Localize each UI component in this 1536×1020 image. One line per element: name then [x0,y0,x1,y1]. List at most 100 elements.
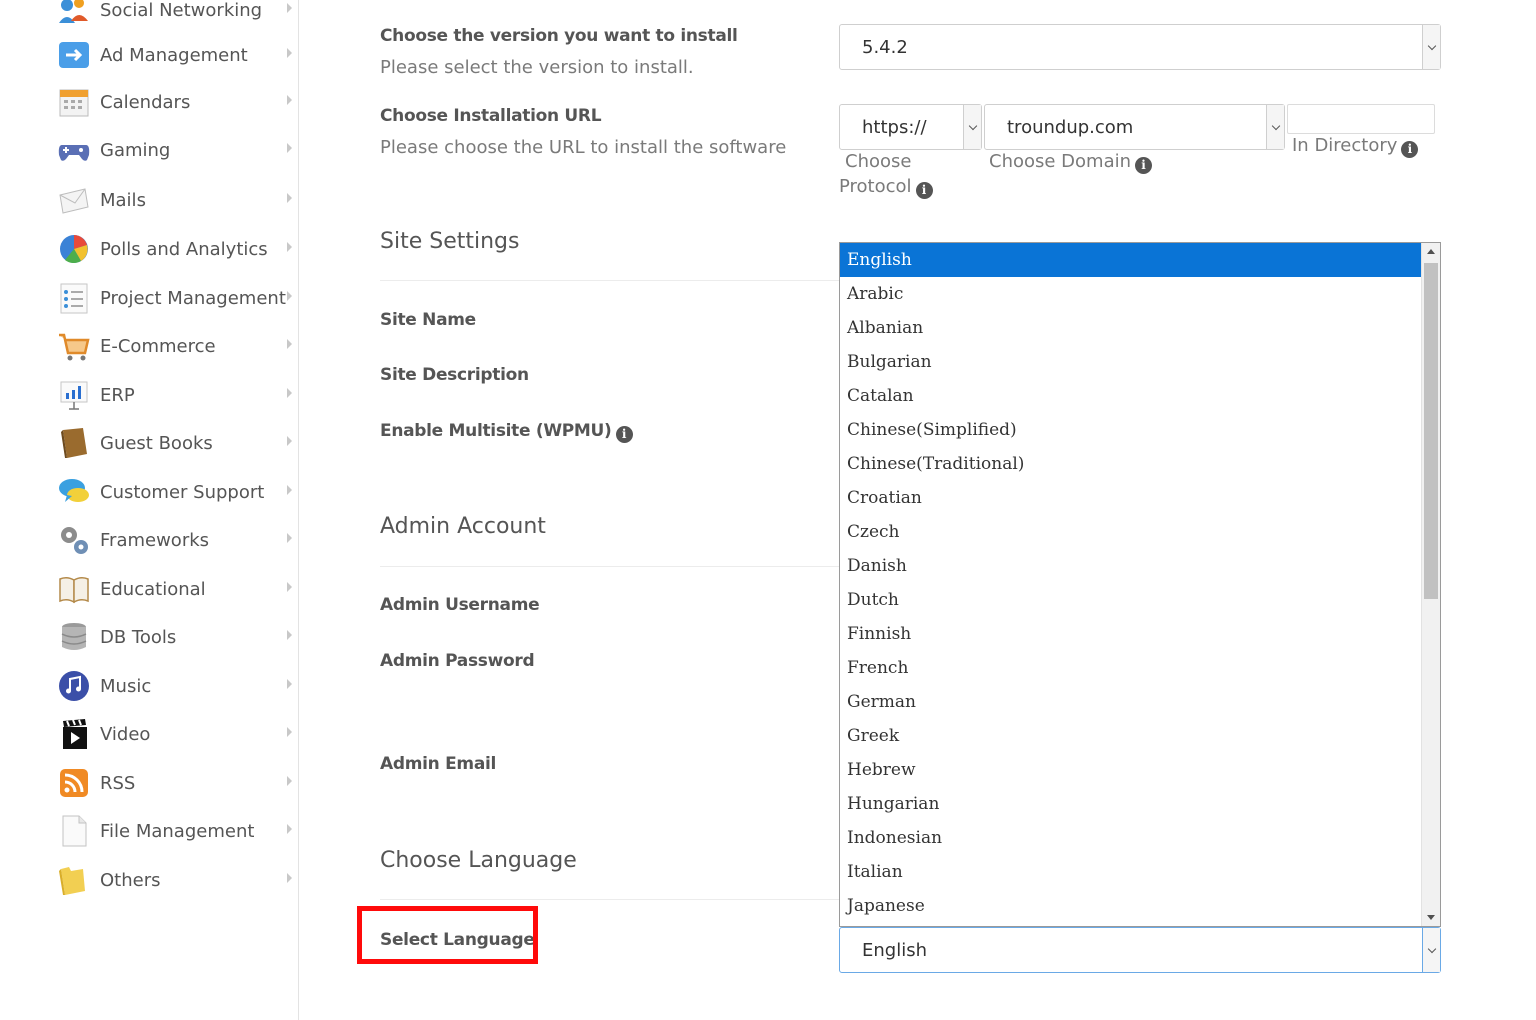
sidebar-item-db-tools[interactable]: DB Tools [56,617,296,657]
language-option[interactable]: Czech [840,515,1421,549]
sidebar-item-educational[interactable]: Educational [56,569,296,609]
chevron-down-icon[interactable] [1266,105,1284,149]
info-icon[interactable]: i [1401,141,1419,158]
language-option[interactable]: Bulgarian [840,345,1421,379]
language-option[interactable]: Chinese(Traditional) [840,447,1421,481]
sidebar-item-label: Mails [100,189,146,211]
language-option[interactable]: Greek [840,719,1421,753]
chevron-right-icon [287,3,292,13]
chevron-right-icon [287,291,292,301]
chevron-right-icon [287,48,292,58]
sidebar-item-project-management[interactable]: Project Management [56,278,296,318]
info-icon[interactable]: i [1135,157,1153,174]
sidebar-item-music[interactable]: Music [56,666,296,706]
scrollbar-thumb[interactable] [1424,263,1438,599]
sidebar-item-label: Video [100,723,151,745]
checklist-icon [56,280,92,316]
sidebar-item-label: ERP [100,384,135,406]
sidebar-item-label: Social Networking [100,0,263,21]
divider [380,566,840,567]
sidebar-item-ad-management[interactable]: Ad Management [56,35,296,75]
directory-input[interactable] [1287,104,1435,134]
chevron-right-icon [287,776,292,786]
version-label: Choose the version you want to install [380,26,738,46]
music-note-icon [56,668,92,704]
sidebar-item-label: Frameworks [100,529,210,551]
sidebar-item-label: Gaming [100,139,171,161]
chevron-down-icon[interactable] [1422,25,1440,69]
chevron-right-icon [287,339,292,349]
sidebar-item-others[interactable]: Others [56,860,296,900]
domain-select[interactable]: troundup.com [984,104,1285,150]
info-icon[interactable]: i [915,182,933,199]
scroll-up-icon[interactable] [1427,249,1435,254]
chevron-right-icon [287,436,292,446]
admin-account-title: Admin Account [380,514,546,539]
admin-email-label: Admin Email [380,754,497,774]
sidebar-item-label: E-Commerce [100,335,216,357]
language-option[interactable]: Croatian [840,481,1421,515]
sidebar-item-label: Guest Books [100,432,213,454]
version-select-value: 5.4.2 [862,36,908,58]
clapperboard-icon [56,716,92,752]
language-option[interactable]: German [840,685,1421,719]
protocol-select-value: https:// [862,116,927,138]
chevron-right-icon [287,679,292,689]
language-option[interactable]: Chinese(Simplified) [840,413,1421,447]
chevron-right-icon [287,388,292,398]
url-label: Choose Installation URL [380,106,602,126]
protocol-select[interactable]: https:// [839,104,982,150]
language-option[interactable]: English [840,243,1421,277]
sidebar-item-label: Educational [100,578,206,600]
language-option[interactable]: Albanian [840,311,1421,345]
divider [380,899,840,900]
version-select[interactable]: 5.4.2 [839,24,1441,70]
language-option[interactable]: Hebrew [840,753,1421,787]
language-select[interactable]: English [839,927,1441,973]
version-help: Please select the version to install. [380,57,694,78]
multisite-label: Enable Multisite (WPMU) i [380,421,633,443]
calendar-icon [56,84,92,120]
sidebar-item-label: RSS [100,772,136,794]
language-dropdown-list[interactable]: English Arabic Albanian Bulgarian Catala… [839,242,1441,927]
language-option[interactable]: Catalan [840,379,1421,413]
scroll-down-icon[interactable] [1427,915,1435,920]
sidebar-item-polls-and-analytics[interactable]: Polls and Analytics [56,229,296,269]
language-option[interactable]: Indonesian [840,821,1421,855]
language-option[interactable]: Dutch [840,583,1421,617]
sidebar-item-customer-support[interactable]: Customer Support [56,472,296,512]
language-option[interactable]: Japanese [840,889,1421,923]
sidebar-item-video[interactable]: Video [56,714,296,754]
chevron-right-icon [287,873,292,883]
language-option[interactable]: Finnish [840,617,1421,651]
info-icon[interactable]: i [615,426,633,443]
sidebar-item-label: Project Management [100,287,286,309]
language-option[interactable]: Arabic [840,277,1421,311]
sidebar-item-guest-books[interactable]: Guest Books [56,423,296,463]
gamepad-icon [56,132,92,168]
language-select-value: English [862,939,927,961]
gears-icon [56,522,92,558]
chevron-right-icon [287,727,292,737]
sidebar-item-erp[interactable]: ERP [56,375,296,415]
language-option[interactable]: Hungarian [840,787,1421,821]
chevron-down-icon[interactable] [963,105,981,149]
sidebar-item-e-commerce[interactable]: E-Commerce [56,326,296,366]
chevron-right-icon [287,485,292,495]
sidebar-item-rss[interactable]: RSS [56,763,296,803]
protocol-caption-line2: Protocol i [839,176,933,199]
sidebar-item-social-networking[interactable]: Social Networking [56,0,296,30]
sidebar-item-gaming[interactable]: Gaming [56,130,296,170]
language-option[interactable]: Italian [840,855,1421,889]
sidebar-item-file-management[interactable]: File Management [56,811,296,851]
language-option[interactable]: Danish [840,549,1421,583]
chevron-right-icon [287,95,292,105]
dropdown-scrollbar[interactable] [1421,243,1440,926]
site-name-label: Site Name [380,310,476,330]
sidebar-item-frameworks[interactable]: Frameworks [56,520,296,560]
sidebar-item-calendars[interactable]: Calendars [56,82,296,122]
admin-password-label: Admin Password [380,651,535,671]
chevron-down-icon[interactable] [1422,928,1440,972]
sidebar-item-mails[interactable]: Mails [56,180,296,220]
language-option[interactable]: French [840,651,1421,685]
